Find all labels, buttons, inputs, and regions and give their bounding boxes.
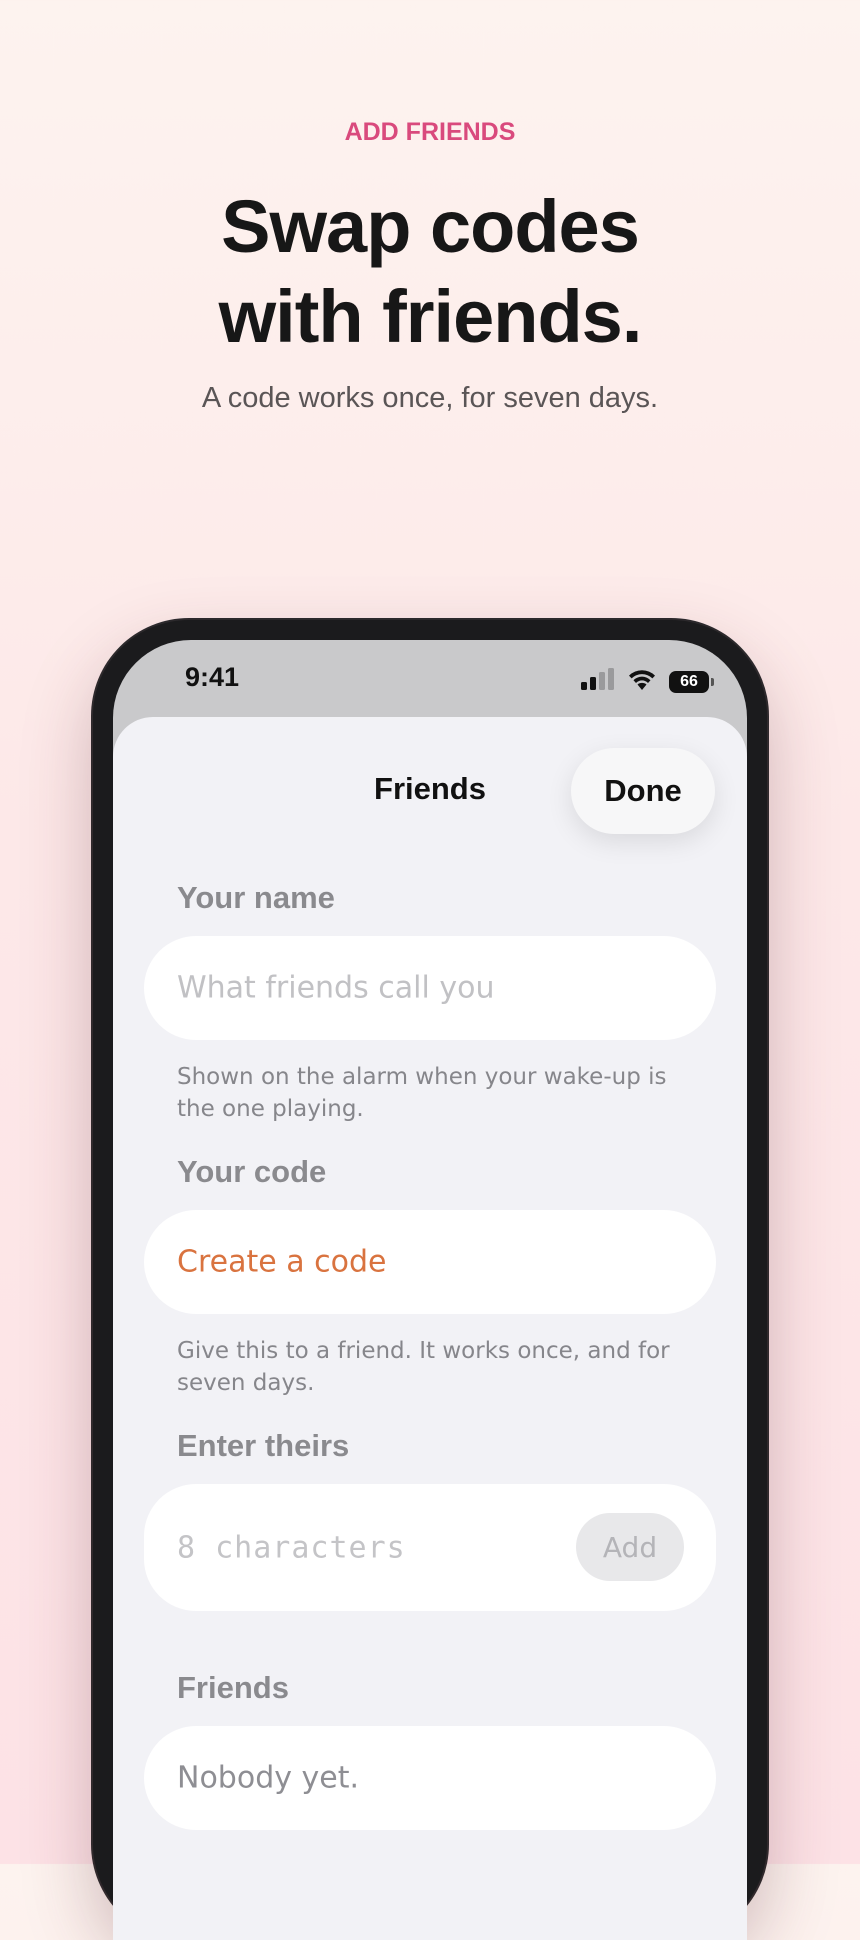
status-icons: 66 (581, 668, 714, 695)
headline-line-2: with friends. (218, 275, 643, 358)
done-button[interactable]: Done (571, 748, 715, 834)
phone-screen: 9:41 66 Friends Done Your name What frie… (113, 640, 747, 1940)
add-button[interactable]: Add (576, 1513, 684, 1581)
headline-line-1: Swap codes (221, 185, 640, 268)
status-time: 9:41 (185, 662, 240, 692)
name-input-placeholder: What friends call you (177, 970, 495, 1006)
friends-label: Friends (177, 1670, 289, 1705)
wifi-icon (627, 668, 657, 695)
eyebrow-label: ADD FRIENDS (344, 118, 516, 146)
page-headline: Swap codes with friends. (0, 182, 860, 362)
friends-empty-text: Nobody yet. (177, 1760, 360, 1796)
create-code-button[interactable]: Create a code (144, 1210, 716, 1314)
your-name-label: Your name (177, 880, 335, 915)
friend-code-field: 8 characters Add (144, 1484, 716, 1611)
code-help-text: Give this to a friend. It works once, an… (177, 1338, 670, 1396)
friends-list: Nobody yet. (144, 1726, 716, 1830)
friend-code-input[interactable]: 8 characters (177, 1530, 406, 1565)
your-code-label: Your code (177, 1154, 327, 1189)
cellular-signal-icon (581, 668, 615, 695)
name-help-text: Shown on the alarm when your wake-up is … (177, 1064, 667, 1122)
name-input[interactable]: What friends call you (144, 936, 716, 1040)
phone-frame: 9:41 66 Friends Done Your name What frie… (93, 620, 767, 1940)
enter-theirs-label: Enter theirs (177, 1428, 350, 1463)
create-code-label: Create a code (177, 1244, 387, 1280)
page-subhead: A code works once, for seven days. (201, 382, 659, 414)
battery-icon: 66 (669, 670, 714, 693)
friends-sheet: Friends Done Your name What friends call… (113, 717, 747, 1940)
